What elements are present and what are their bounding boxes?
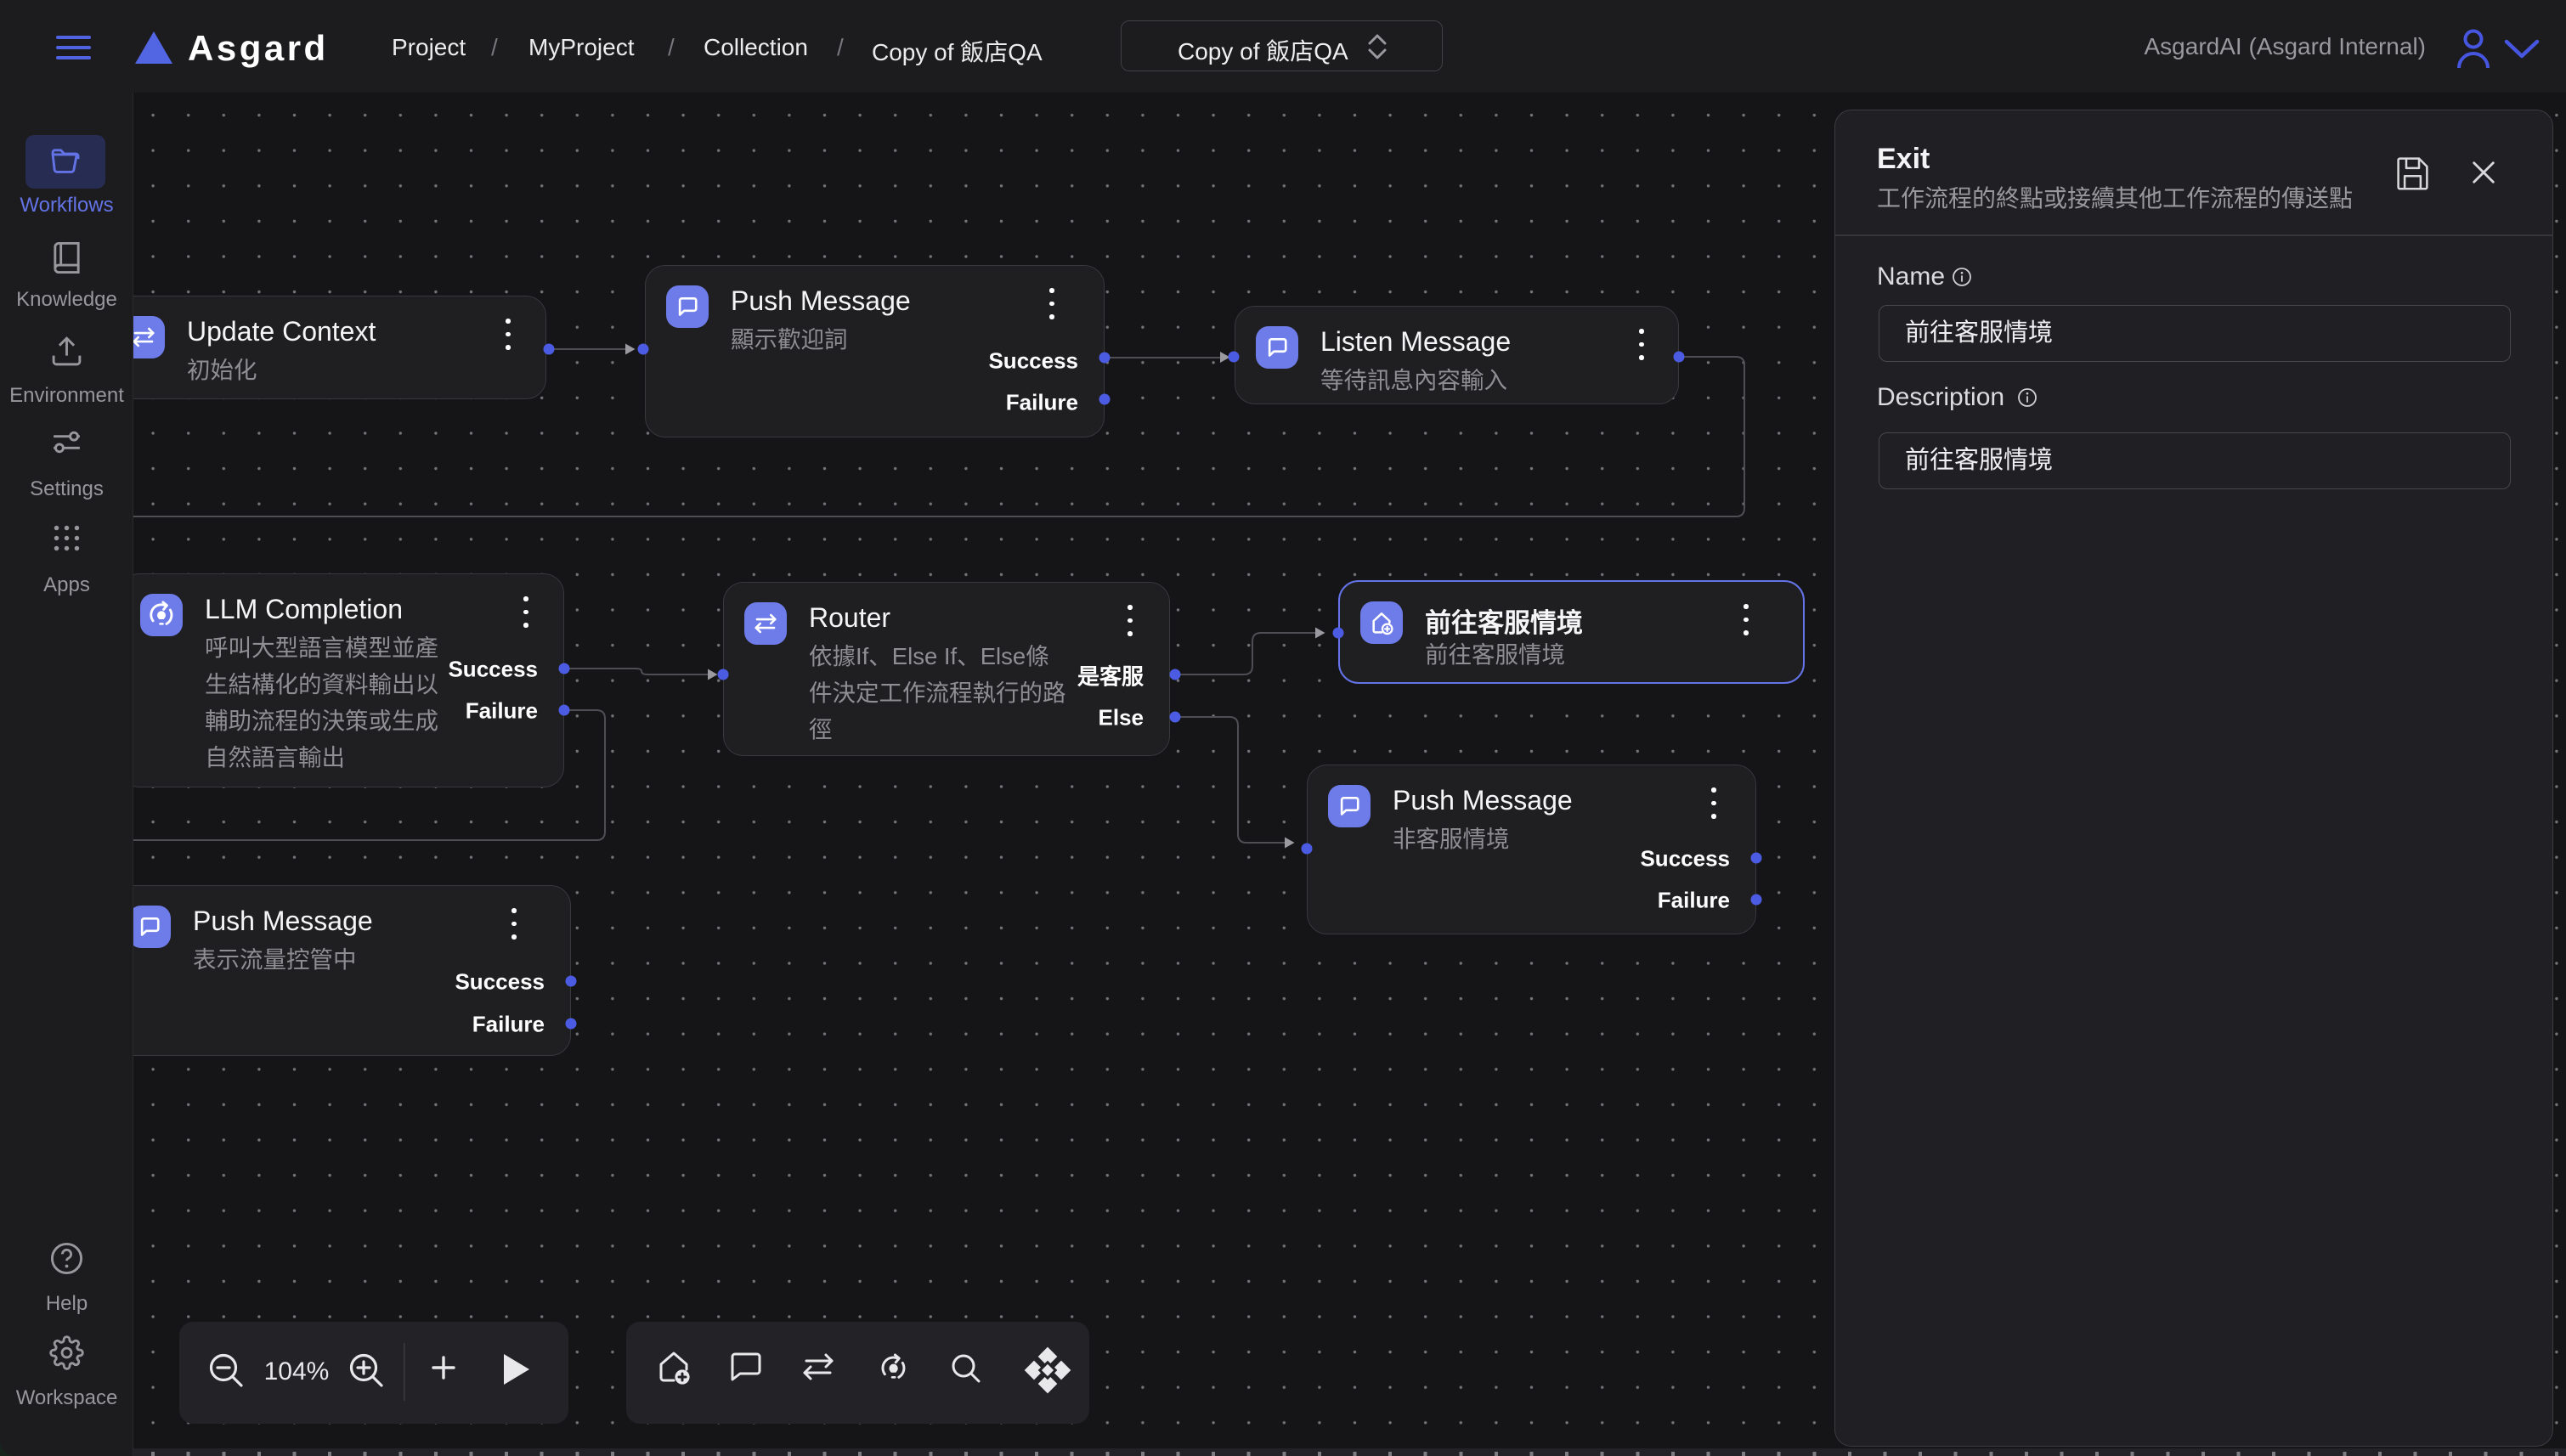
svg-text:104%: 104%: [264, 1357, 330, 1385]
